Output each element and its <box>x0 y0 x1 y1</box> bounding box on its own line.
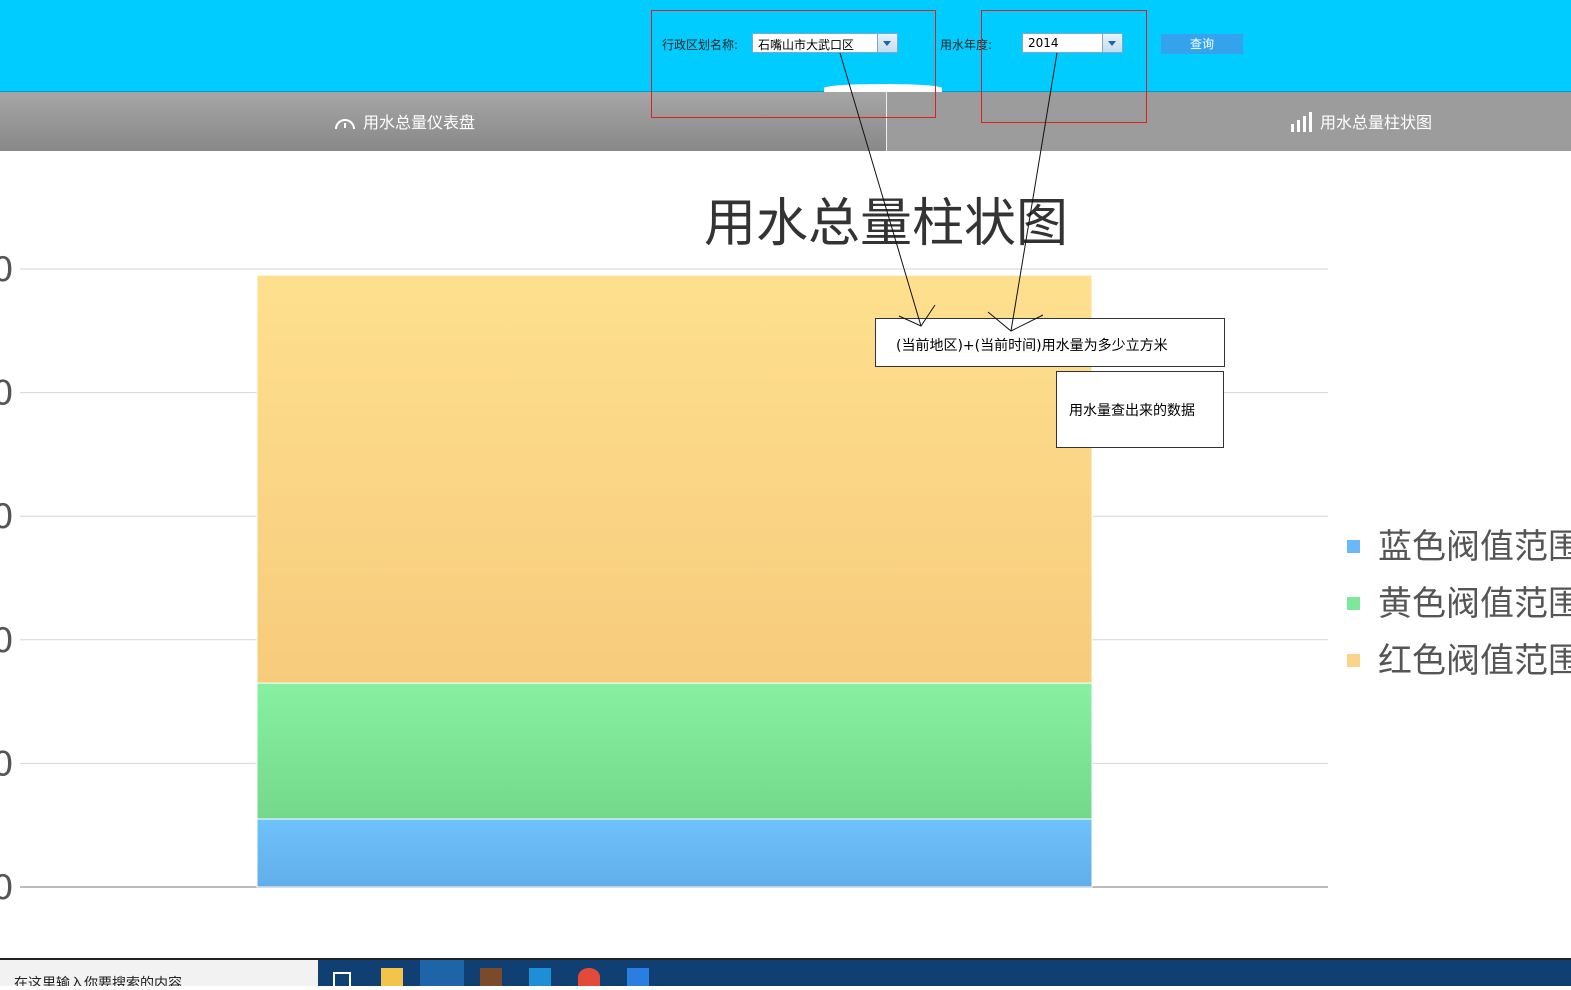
annotation-current-usage: (当前地区)+(当前时间)用水量为多少立方米 <box>875 318 1225 367</box>
y-tick-label: 0 <box>0 250 14 290</box>
annotation-queried-data: 用水量查出来的数据 <box>1056 371 1224 448</box>
taskbar-search-placeholder: 在这里输入你要搜索的内容 <box>14 976 182 986</box>
y-tick-label: 0 <box>0 744 14 784</box>
tab-gauge[interactable]: 用水总量仪表盘 <box>333 109 475 133</box>
edge-icon[interactable] <box>420 960 464 986</box>
legend-swatch <box>1347 654 1360 667</box>
bar-segment <box>256 818 1093 888</box>
region-highlight-box <box>651 10 936 118</box>
water-usage-bar-chart: 用水总量柱状图 0 0 0 0 0 0 蓝色阀值范围黄色阀值范围红色阀值范围 <box>0 194 1571 908</box>
legend-label: 红色阀值范围 <box>1378 641 1571 681</box>
legend-label: 黄色阀值范围 <box>1378 584 1571 624</box>
chrome-icon[interactable] <box>578 968 600 986</box>
bar-segment <box>256 682 1093 820</box>
app-shield-icon[interactable] <box>627 968 649 986</box>
y-tick-label: 0 <box>0 868 14 908</box>
store-app-icon[interactable] <box>529 968 551 986</box>
bar-chart-icon <box>1291 112 1312 132</box>
gauge-icon <box>335 119 355 130</box>
taskbar-search[interactable]: 在这里输入你要搜索的内容 <box>0 960 318 986</box>
tab-bar-chart-label: 用水总量柱状图 <box>1320 113 1433 132</box>
task-view-icon[interactable] <box>333 972 351 990</box>
chart-title: 用水总量柱状图 <box>704 194 1068 254</box>
query-button[interactable]: 查询 <box>1161 34 1243 54</box>
tab-bar-chart[interactable]: 用水总量柱状图 <box>1290 109 1432 133</box>
y-tick-label: 0 <box>0 374 14 414</box>
game-app-icon[interactable] <box>480 968 502 986</box>
legend-label: 蓝色阀值范围 <box>1378 527 1571 567</box>
windows-taskbar: 在这里输入你要搜索的内容 <box>0 958 1571 990</box>
y-tick-label: 0 <box>0 497 14 537</box>
legend-swatch <box>1347 540 1360 553</box>
legend-swatch <box>1347 597 1360 610</box>
file-explorer-icon[interactable] <box>381 968 403 986</box>
tab-gauge-label: 用水总量仪表盘 <box>363 113 476 132</box>
y-tick-label: 0 <box>0 621 14 661</box>
year-highlight-box <box>981 10 1147 123</box>
